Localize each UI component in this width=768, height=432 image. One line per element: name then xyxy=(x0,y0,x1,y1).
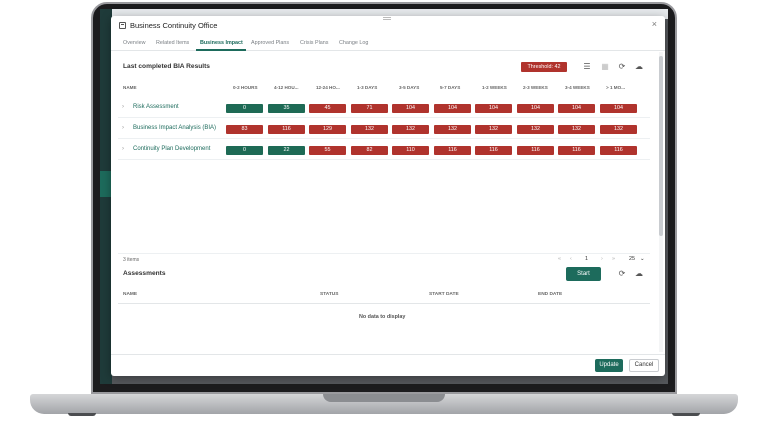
threshold-badge: Threshold: 42 xyxy=(521,62,567,72)
impact-score-cell: 0 xyxy=(226,104,263,113)
row-name-link[interactable]: Business Impact Analysis (BIA) xyxy=(133,125,216,131)
assessments-col-name[interactable]: NAME xyxy=(123,292,137,297)
impact-score-cell: 116 xyxy=(517,146,554,155)
tab-bar: Overview Related Items Business Impact A… xyxy=(111,38,665,51)
assessments-cloud-icon[interactable]: ☁ xyxy=(634,269,644,279)
laptop-foot-left xyxy=(68,413,96,416)
items-count: 3 items xyxy=(123,257,140,263)
update-button[interactable]: Update xyxy=(595,359,623,372)
assessments-col-end-date[interactable]: END DATE xyxy=(538,292,562,297)
prev-page-icon[interactable]: ‹ xyxy=(570,256,572,262)
impact-score-cell: 104 xyxy=(558,104,595,113)
col-header-5-7-days[interactable]: 5-7 DAYS xyxy=(440,85,460,90)
tab-overview[interactable]: Overview xyxy=(123,40,145,46)
chevron-down-icon[interactable]: ⌄ xyxy=(640,256,645,262)
table-row[interactable]: › Risk Assessment 0 35 45 71 104 104 104 104 104 10… xyxy=(118,98,650,118)
impact-score-cell: 132 xyxy=(517,125,554,134)
col-header-3-4-weeks[interactable]: 3-4 WEEKS xyxy=(565,85,590,90)
impact-score-cell: 132 xyxy=(600,125,637,134)
col-header-0-2-hours[interactable]: 0-2 HOURS xyxy=(233,85,258,90)
window-icon xyxy=(119,22,126,29)
dialog-footer: Update Cancel xyxy=(111,354,665,376)
first-page-icon[interactable]: « xyxy=(558,256,561,262)
impact-score-cell: 71 xyxy=(351,104,388,113)
page-size-select[interactable]: 25 xyxy=(629,256,635,262)
impact-score-cell: 132 xyxy=(392,125,429,134)
impact-score-cell: 116 xyxy=(600,146,637,155)
scrollbar-thumb[interactable] xyxy=(659,56,663,236)
next-page-icon[interactable]: › xyxy=(601,256,603,262)
current-page[interactable]: 1 xyxy=(585,256,588,262)
col-header-1-2-weeks[interactable]: 1-2 WEEKS xyxy=(482,85,507,90)
tab-crisis-plans[interactable]: Crisis Plans xyxy=(300,40,328,46)
business-continuity-dialog: Business Continuity Office × Overview Re… xyxy=(111,16,665,376)
tab-related-items[interactable]: Related Items xyxy=(156,40,189,46)
assessments-col-status[interactable]: STATUS xyxy=(320,292,338,297)
impact-score-cell: 35 xyxy=(268,104,305,113)
tab-approved-plans[interactable]: Approved Plans xyxy=(251,40,289,46)
cancel-button[interactable]: Cancel xyxy=(629,359,659,372)
refresh-icon[interactable]: ⟳ xyxy=(617,62,627,72)
assessments-col-start-date[interactable]: START DATE xyxy=(429,292,459,297)
expand-chevron-icon[interactable]: › xyxy=(122,125,124,131)
impact-score-cell: 110 xyxy=(392,146,429,155)
dialog-header: Business Continuity Office × xyxy=(111,16,665,36)
col-header-name[interactable]: NAME xyxy=(123,85,137,90)
impact-score-cell: 104 xyxy=(434,104,471,113)
tab-change-log[interactable]: Change Log xyxy=(339,40,368,46)
impact-score-cell: 0 xyxy=(226,146,263,155)
impact-score-cell: 116 xyxy=(268,125,305,134)
impact-score-cell: 132 xyxy=(434,125,471,134)
impact-score-cell: 116 xyxy=(558,146,595,155)
row-name-link[interactable]: Continuity Plan Development xyxy=(133,146,210,152)
list-icon[interactable]: ☰ xyxy=(582,62,592,72)
active-tab-indicator xyxy=(196,49,246,51)
tab-business-impact[interactable]: Business Impact xyxy=(200,40,243,46)
assessments-refresh-icon[interactable]: ⟳ xyxy=(617,269,627,279)
bia-results-title: Last completed BIA Results xyxy=(123,63,210,70)
impact-score-cell: 83 xyxy=(226,125,263,134)
no-data-message: No data to display xyxy=(359,314,406,320)
laptop-notch xyxy=(323,394,445,402)
laptop-foot-right xyxy=(672,413,700,416)
impact-score-cell: 104 xyxy=(475,104,512,113)
impact-score-cell: 104 xyxy=(517,104,554,113)
last-page-icon[interactable]: » xyxy=(612,256,615,262)
close-icon[interactable]: × xyxy=(652,19,657,29)
impact-score-cell: 116 xyxy=(434,146,471,155)
impact-score-cell: 132 xyxy=(475,125,512,134)
grid-icon[interactable]: ▦ xyxy=(600,62,610,72)
impact-score-cell: 104 xyxy=(392,104,429,113)
expand-chevron-icon[interactable]: › xyxy=(122,104,124,110)
col-header-4-12-hours[interactable]: 4-12 HOU... xyxy=(274,85,299,90)
cloud-download-icon[interactable]: ☁ xyxy=(634,62,644,72)
table-row[interactable]: › Business Impact Analysis (BIA) 83 116 129 1… xyxy=(118,119,650,139)
assessments-header-divider xyxy=(118,303,650,304)
impact-score-cell: 104 xyxy=(600,104,637,113)
col-header-2-3-weeks[interactable]: 2-3 WEEKS xyxy=(523,85,548,90)
impact-score-cell: 132 xyxy=(558,125,595,134)
row-name-link[interactable]: Risk Assessment xyxy=(133,104,179,110)
impact-score-cell: 45 xyxy=(309,104,346,113)
impact-score-cell: 22 xyxy=(268,146,305,155)
impact-score-cell: 132 xyxy=(351,125,388,134)
expand-chevron-icon[interactable]: › xyxy=(122,146,124,152)
dialog-title: Business Continuity Office xyxy=(130,21,218,30)
col-header-3-5-days[interactable]: 3-5 DAYS xyxy=(399,85,419,90)
col-header-1-month-plus[interactable]: > 1 MO... xyxy=(606,85,625,90)
table-row[interactable]: › Continuity Plan Development 0 22 55 82 110 11… xyxy=(118,140,650,160)
col-header-12-24-hours[interactable]: 12-24 HO... xyxy=(316,85,340,90)
impact-score-cell: 129 xyxy=(309,125,346,134)
impact-score-cell: 55 xyxy=(309,146,346,155)
impact-score-cell: 82 xyxy=(351,146,388,155)
start-button[interactable]: Start xyxy=(566,267,601,281)
bia-grid-footer: 3 items « ‹ 1 › » 25 ⌄ xyxy=(118,253,650,263)
assessments-title: Assessments xyxy=(123,270,166,277)
impact-score-cell: 116 xyxy=(475,146,512,155)
col-header-1-3-days[interactable]: 1-3 DAYS xyxy=(357,85,377,90)
